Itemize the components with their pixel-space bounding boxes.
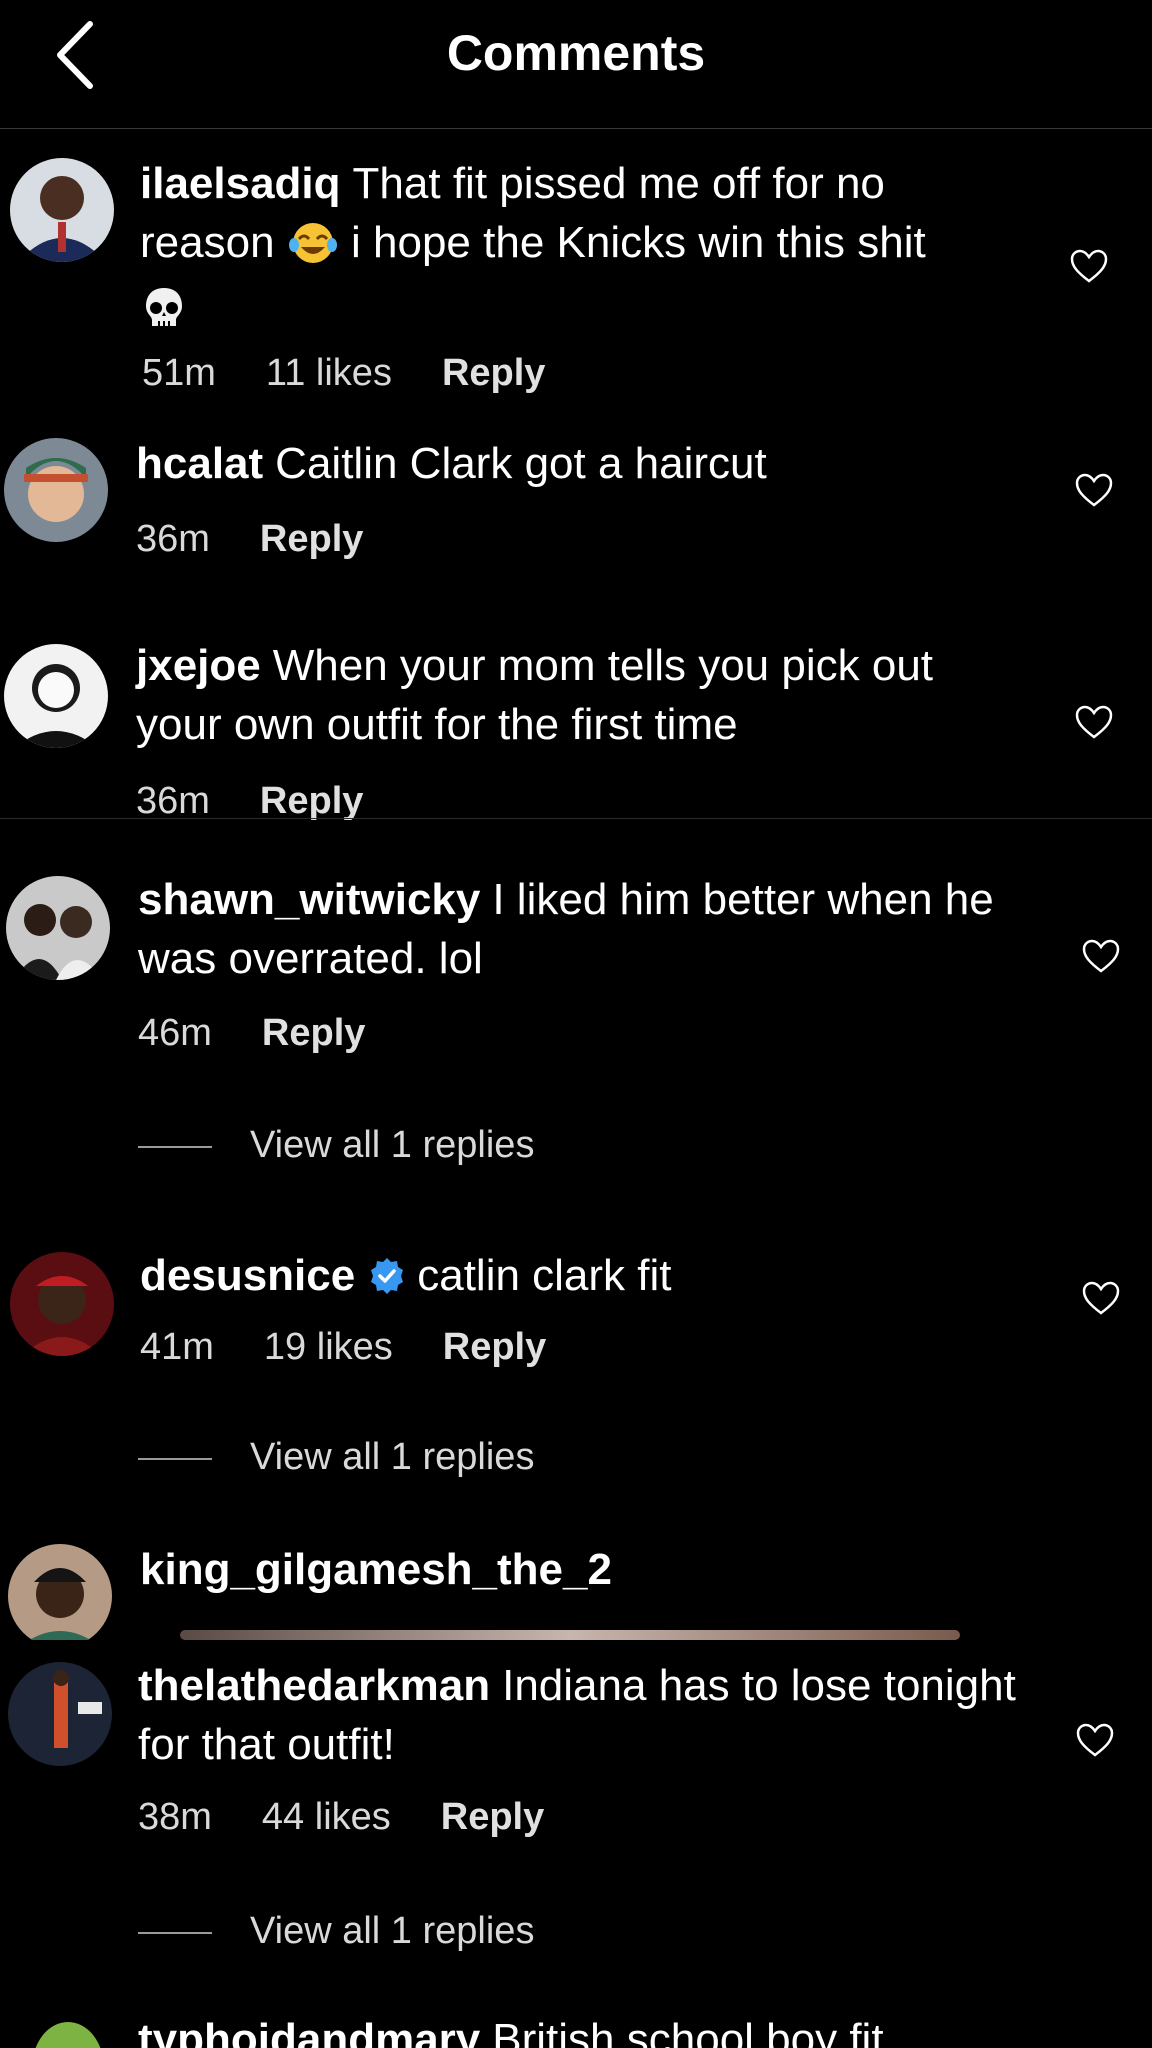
comment-meta: 38m 44 likes Reply xyxy=(138,1796,594,1839)
comment-item: jxejoe When your mom tells you pick out y… xyxy=(0,640,1152,820)
like-count[interactable]: 44 likes xyxy=(262,1796,391,1838)
view-replies-label: View all 1 replies xyxy=(250,1910,535,1952)
avatar[interactable] xyxy=(8,1662,112,1766)
comment-item: ilaelsadiq That fit pissed me off for no … xyxy=(0,150,1152,410)
comment-body: king_gilgamesh_the_2 xyxy=(140,1540,1040,1599)
heart-icon[interactable] xyxy=(1074,472,1114,508)
comment-clip: jxejoe When your mom tells you pick out y… xyxy=(0,630,1152,820)
heart-icon[interactable] xyxy=(1081,938,1121,974)
laughing-emoji-icon xyxy=(287,221,339,280)
avatar[interactable] xyxy=(10,158,114,262)
timestamp: 51m xyxy=(142,352,216,394)
divider xyxy=(0,818,1152,819)
comment-item: hcalat Caitlin Clark got a haircut 36m Rep… xyxy=(0,434,1152,574)
comment-meta: 51m 11 likes Reply xyxy=(142,352,595,395)
comment-text: Caitlin Clark got a haircut xyxy=(275,439,767,488)
comment-body: thelathedarkman Indiana has to lose tonig… xyxy=(138,1656,1038,1774)
avatar[interactable] xyxy=(4,644,108,748)
replies-line xyxy=(138,1145,212,1148)
timestamp: 36m xyxy=(136,518,210,560)
heart-icon[interactable] xyxy=(1074,704,1114,740)
comment-item: thelathedarkman Indiana has to lose tonig… xyxy=(0,1660,1152,1960)
comment-text: catlin clark fit xyxy=(417,1251,672,1300)
comment-body: shawn_witwicky I liked him better when he… xyxy=(138,870,1038,988)
like-count[interactable]: 11 likes xyxy=(266,352,392,394)
avatar[interactable] xyxy=(6,876,110,980)
page-title: Comments xyxy=(446,25,706,81)
reply-button[interactable]: Reply xyxy=(442,352,545,394)
view-replies-button[interactable]: View all 1 replies xyxy=(138,1910,534,1953)
skull-emoji-icon xyxy=(140,284,188,347)
comment-body: hcalat Caitlin Clark got a haircut xyxy=(136,434,996,493)
username[interactable]: jxejoe xyxy=(136,641,261,690)
comment-body: desusnice catlin clark fit xyxy=(140,1246,1000,1311)
avatar[interactable] xyxy=(4,438,108,542)
reply-button[interactable]: Reply xyxy=(260,518,363,560)
reply-button[interactable]: Reply xyxy=(441,1796,544,1838)
replies-line xyxy=(138,1931,212,1934)
username[interactable]: hcalat xyxy=(136,439,263,488)
username[interactable]: thelathedarkman xyxy=(138,1661,490,1710)
comment-meta: 46m Reply xyxy=(138,1012,415,1055)
view-replies-button[interactable]: View all 1 replies xyxy=(138,1436,534,1479)
comment-item: shawn_witwicky I liked him better when he… xyxy=(0,874,1152,1184)
timestamp: 36m xyxy=(136,780,210,820)
comment-meta: 41m 19 likes Reply xyxy=(140,1326,596,1369)
header: Comments xyxy=(0,0,1152,129)
replies-line xyxy=(138,1457,212,1460)
comment-clip: typhoidandmary British school boy fit xyxy=(0,2010,1152,2048)
heart-icon[interactable] xyxy=(1081,1280,1121,1316)
heart-icon[interactable] xyxy=(1069,248,1109,284)
comment-item: desusnice catlin clark fit 41m 19 likes Rep… xyxy=(0,1250,1152,1490)
view-replies-label: View all 1 replies xyxy=(250,1124,535,1166)
comment-text: British school boy fit xyxy=(492,2015,884,2048)
username[interactable]: desusnice xyxy=(140,1251,355,1300)
comment-clip: king_gilgamesh_the_2 xyxy=(0,1540,1152,1640)
timestamp: 41m xyxy=(140,1326,214,1368)
view-replies-label: View all 1 replies xyxy=(250,1436,535,1478)
username[interactable]: ilaelsadiq xyxy=(140,159,341,208)
comment-meta: 36m Reply xyxy=(136,780,413,820)
media-preview-edge xyxy=(180,1630,960,1640)
verified-badge-icon xyxy=(367,1252,407,1311)
username[interactable]: king_gilgamesh_the_2 xyxy=(140,1545,612,1594)
timestamp: 38m xyxy=(138,1796,212,1838)
comment-meta: 36m Reply xyxy=(136,518,413,561)
comment-body: typhoidandmary British school boy fit xyxy=(138,2010,1038,2048)
avatar[interactable] xyxy=(16,2016,120,2048)
view-replies-button[interactable]: View all 1 replies xyxy=(138,1124,534,1167)
avatar[interactable] xyxy=(8,1544,112,1640)
timestamp: 46m xyxy=(138,1012,212,1054)
reply-button[interactable]: Reply xyxy=(260,780,363,820)
reply-button[interactable]: Reply xyxy=(262,1012,365,1054)
heart-icon[interactable] xyxy=(1075,1722,1115,1758)
reply-button[interactable]: Reply xyxy=(443,1326,546,1368)
username[interactable]: shawn_witwicky xyxy=(138,875,480,924)
like-count[interactable]: 19 likes xyxy=(264,1326,393,1368)
comment-body: ilaelsadiq That fit pissed me off for no … xyxy=(140,154,1000,347)
username[interactable]: typhoidandmary xyxy=(138,2015,480,2048)
comment-body: jxejoe When your mom tells you pick out y… xyxy=(136,636,986,754)
avatar[interactable] xyxy=(10,1252,114,1356)
comment-text-continued: i hope the Knicks win this shit xyxy=(351,218,926,267)
